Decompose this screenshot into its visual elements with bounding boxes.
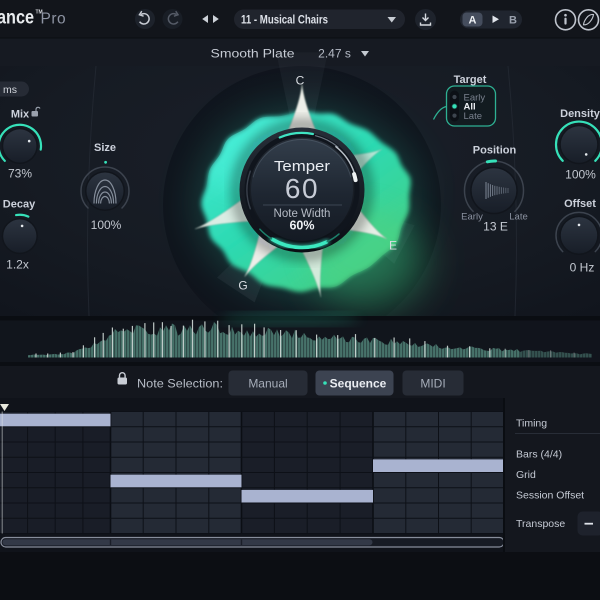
svg-text:Session Offset: Session Offset (516, 490, 584, 502)
svg-text:Note Selection:: Note Selection: (137, 377, 223, 391)
svg-text:60%: 60% (289, 219, 314, 233)
svg-text:Target: Target (454, 74, 487, 86)
svg-text:Manual: Manual (248, 377, 287, 391)
svg-text:Early: Early (461, 212, 483, 223)
svg-text:Grid: Grid (516, 469, 536, 481)
svg-text:MIDI: MIDI (420, 377, 445, 391)
svg-text:Mix: Mix (11, 109, 30, 121)
svg-text:Late: Late (464, 111, 483, 122)
svg-text:E: E (389, 239, 397, 253)
svg-text:0 Hz: 0 Hz (570, 261, 595, 275)
svg-text:Bars (4/4): Bars (4/4) (516, 449, 562, 461)
svg-text:Pro: Pro (41, 11, 67, 28)
svg-text:100%: 100% (91, 218, 122, 232)
svg-text:1.2x: 1.2x (6, 258, 29, 272)
svg-text:Sequence: Sequence (330, 377, 387, 391)
svg-text:B: B (509, 15, 517, 27)
svg-text:Late: Late (509, 212, 528, 223)
svg-text:11 - Musical Chairs: 11 - Musical Chairs (241, 13, 328, 27)
svg-text:ms: ms (3, 84, 17, 96)
svg-text:Decay: Decay (3, 199, 36, 211)
svg-text:Smooth Plate: Smooth Plate (211, 47, 295, 61)
svg-text:ance: ance (0, 8, 34, 29)
svg-text:60: 60 (285, 173, 319, 204)
svg-text:13 E: 13 E (483, 220, 508, 234)
svg-text:2.47 s: 2.47 s (318, 47, 351, 61)
svg-text:Density: Density (560, 108, 600, 120)
svg-text:A: A (469, 15, 477, 27)
svg-text:Size: Size (94, 142, 116, 154)
svg-text:Transpose: Transpose (516, 518, 565, 530)
svg-text:Position: Position (473, 145, 517, 157)
svg-text:G: G (238, 279, 247, 293)
svg-text:Timing: Timing (516, 418, 547, 430)
svg-text:Offset: Offset (564, 198, 596, 210)
svg-text:73%: 73% (8, 167, 32, 181)
svg-text:C: C (296, 74, 305, 88)
svg-text:100%: 100% (565, 168, 596, 182)
